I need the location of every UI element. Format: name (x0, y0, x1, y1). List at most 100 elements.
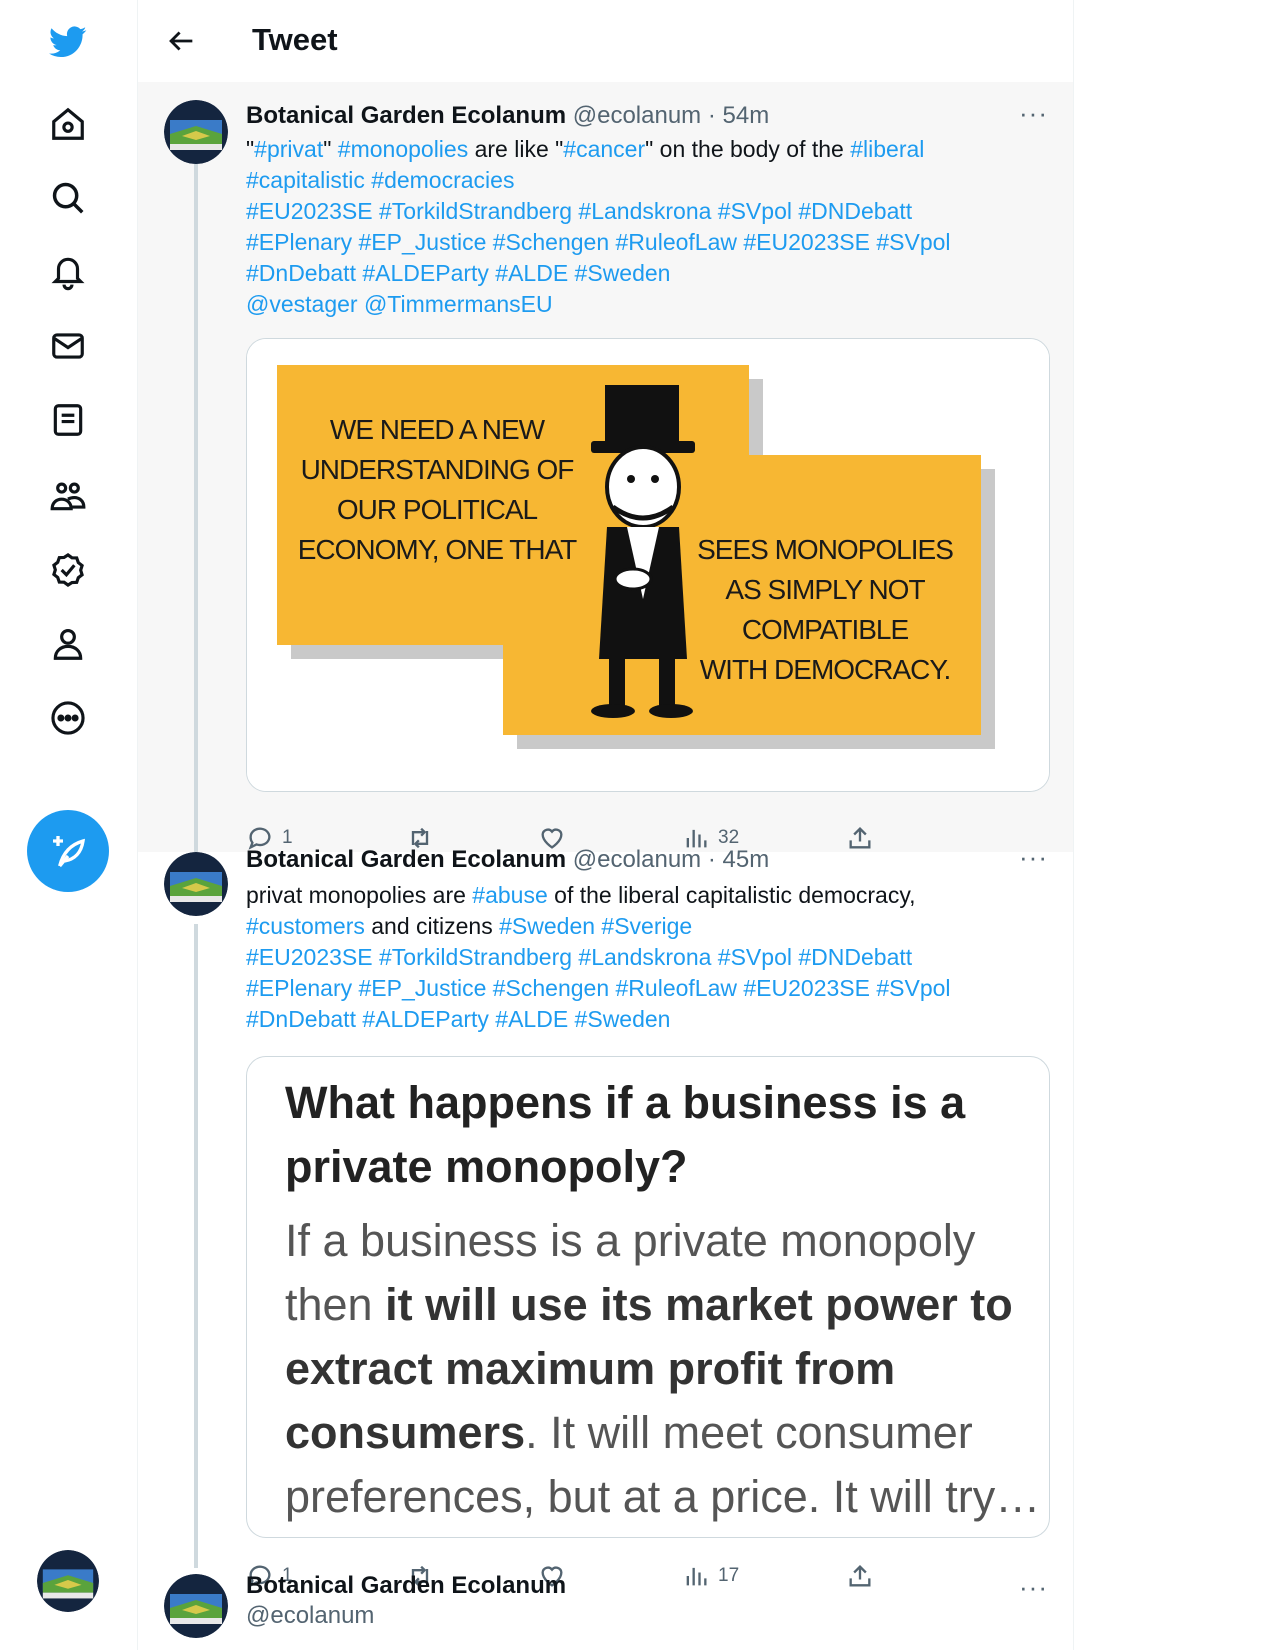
verified-icon[interactable] (44, 546, 92, 594)
card-text-line: preferences, but at a price. It will try… (285, 1465, 1040, 1529)
hashtag-link[interactable]: #EPlenary #EP_Justice #Schengen #RuleofL… (246, 975, 951, 1001)
communities-icon[interactable] (44, 472, 92, 520)
share-button[interactable] (846, 824, 874, 852)
avatar[interactable] (164, 852, 228, 916)
card-plain-text: If a business is a private monopoly (285, 1215, 976, 1266)
lists-icon[interactable] (44, 396, 92, 444)
tweet[interactable]: Botanical Garden Ecolanum @ecolanum ··· (138, 1568, 1074, 1650)
poster-right-line: WITH DEMOCRACY. (700, 654, 951, 685)
card-plain-text: . It will meet consumer (525, 1407, 973, 1458)
poster-left-line: ECONOMY, ONE THAT (298, 534, 577, 565)
twitter-logo-icon[interactable] (44, 18, 92, 66)
poster-right-line: AS SIMPLY NOT (725, 574, 925, 605)
hashtag-link[interactable]: #Sweden #Sverige (499, 913, 692, 939)
tweet-plain-text: " (323, 136, 338, 162)
hashtag-link[interactable]: #privat (254, 136, 323, 162)
hashtag-link[interactable]: #abuse (472, 882, 547, 908)
notifications-bell-icon[interactable] (44, 248, 92, 296)
card-heading-line: What happens if a business is a (285, 1077, 966, 1128)
compose-tweet-button[interactable] (27, 810, 109, 892)
hashtag-link[interactable]: #DnDebatt #ALDEParty #ALDE #Sweden (246, 1006, 670, 1032)
tweet-text: "#privat" #monopolies are like "#cancer"… (246, 134, 1036, 320)
tweet-time[interactable]: · 45m (708, 846, 769, 873)
hashtag-link[interactable]: #EU2023SE #TorkildStrandberg #Landskrona… (246, 198, 912, 224)
account-avatar[interactable] (37, 1550, 99, 1612)
card-heading-line: private monopoly? (285, 1141, 688, 1192)
tweet-text-line: #capitalistic #democracies (246, 165, 1036, 196)
card-text-line: If a business is a private monopoly (285, 1209, 1040, 1273)
card-text-line: consumers. It will meet consumer (285, 1401, 1040, 1465)
page-header: Tweet (138, 0, 1074, 82)
card-text-line: then it will use its market power to (285, 1273, 1040, 1337)
more-menu-icon[interactable]: ··· (1019, 1572, 1048, 1603)
more-menu-icon[interactable]: ··· (1019, 842, 1048, 873)
tweet-text-line: @vestager @TimmermansEU (246, 289, 1036, 320)
tweet-text-line: #EU2023SE #TorkildStrandberg #Landskrona… (246, 196, 1036, 227)
author-handle[interactable]: @ecolanum (246, 1602, 566, 1630)
tweet-text-line: #EPlenary #EP_Justice #Schengen #RuleofL… (246, 973, 1036, 1004)
search-icon[interactable] (44, 174, 92, 222)
hashtag-link[interactable]: #cancer (563, 136, 645, 162)
tweet-text-line: #EPlenary #EP_Justice #Schengen #RuleofL… (246, 227, 1036, 258)
tweet[interactable]: Botanical Garden Ecolanum @ecolanum · 54… (138, 82, 1074, 852)
sidebar-nav (0, 0, 138, 1650)
tweet-text-line: #customers and citizens #Sweden #Sverige (246, 911, 1036, 942)
hashtag-link[interactable]: #EPlenary #EP_Justice #Schengen #RuleofL… (246, 229, 951, 255)
tweet-text-line: #DnDebatt #ALDEParty #ALDE #Sweden (246, 258, 1036, 289)
card-heading: What happens if a business is a private … (285, 1071, 965, 1199)
profile-icon[interactable] (44, 620, 92, 668)
tweet-text-line: #DnDebatt #ALDEParty #ALDE #Sweden (246, 1004, 1036, 1035)
card-plain-text: preferences, but at a price. It will try… (285, 1471, 1041, 1522)
tweet-plain-text: " on the body of the (645, 136, 851, 162)
monopoly-poster-image: WE NEED A NEW UNDERSTANDING OF OUR POLIT… (247, 339, 1049, 791)
tweet-plain-text: " (246, 136, 255, 162)
avatar[interactable] (164, 1574, 228, 1638)
poster-left-line: UNDERSTANDING OF (301, 454, 574, 485)
more-menu-icon[interactable]: ··· (1019, 98, 1048, 129)
hashtag-link[interactable]: #monopolies (338, 136, 468, 162)
main-column-border (1073, 0, 1074, 1650)
page-title: Tweet (252, 22, 338, 57)
messages-mail-icon[interactable] (44, 322, 92, 370)
hashtag-link[interactable]: #customers (246, 913, 365, 939)
author-handle[interactable]: @ecolanum (573, 846, 701, 873)
main-column: Tweet Botanical Garden Ecolanum @ecolanu… (138, 0, 1074, 1650)
tweet-plain-text: of the liberal capitalistic democracy, (547, 882, 916, 908)
thread-connector (194, 160, 198, 852)
tweet-image-card[interactable]: What happens if a business is a private … (246, 1056, 1050, 1538)
poster-left-line: WE NEED A NEW (330, 414, 546, 445)
tweet-time[interactable]: · 54m (708, 102, 769, 129)
author-name[interactable]: Botanical Garden Ecolanum (246, 1572, 566, 1600)
tweet-text: privat monopolies are #abuse of the libe… (246, 880, 1036, 1035)
hashtag-link[interactable]: #capitalistic #democracies (246, 167, 514, 193)
card-bold-text: consumers (285, 1407, 526, 1458)
author-handle[interactable]: @ecolanum (573, 102, 701, 129)
hashtag-link[interactable]: #liberal (850, 136, 924, 162)
card-body-text: If a business is a private monopoly then … (285, 1209, 1040, 1529)
home-icon[interactable] (44, 100, 92, 148)
tweet-text-line: privat monopolies are #abuse of the libe… (246, 880, 1036, 911)
poster-right-line: SEES MONOPOLIES (697, 534, 953, 565)
poster-left-line: OUR POLITICAL (337, 494, 538, 525)
tweet-plain-text: and citizens (364, 913, 500, 939)
tweet[interactable]: Botanical Garden Ecolanum @ecolanum · 45… (138, 842, 1074, 1588)
card-bold-text: extract maximum profit from (285, 1343, 896, 1394)
more-options-icon[interactable] (44, 694, 92, 742)
author-name[interactable]: Botanical Garden Ecolanum (246, 102, 566, 129)
avatar[interactable] (164, 100, 228, 164)
tweet-header: Botanical Garden Ecolanum @ecolanum · 54… (246, 102, 769, 130)
hashtag-link[interactable]: #DnDebatt #ALDEParty #ALDE #Sweden (246, 260, 670, 286)
tweet-text-line: "#privat" #monopolies are like "#cancer"… (246, 134, 1036, 165)
author-name[interactable]: Botanical Garden Ecolanum (246, 846, 566, 873)
hashtag-link[interactable]: @vestager @TimmermansEU (246, 291, 553, 317)
compose-feather-icon (53, 836, 86, 868)
share-icon (849, 827, 871, 849)
tweet-image[interactable]: WE NEED A NEW UNDERSTANDING OF OUR POLIT… (246, 338, 1050, 792)
tweet-plain-text: privat monopolies are (246, 882, 473, 908)
poster-right-line: COMPATIBLE (742, 614, 909, 645)
card-text-line: extract maximum profit from (285, 1337, 1040, 1401)
thread-connector (194, 924, 198, 1568)
back-arrow-icon[interactable] (164, 24, 198, 58)
hashtag-link[interactable]: #EU2023SE #TorkildStrandberg #Landskrona… (246, 944, 912, 970)
card-bold-text: it will use its market power to (385, 1279, 1013, 1330)
